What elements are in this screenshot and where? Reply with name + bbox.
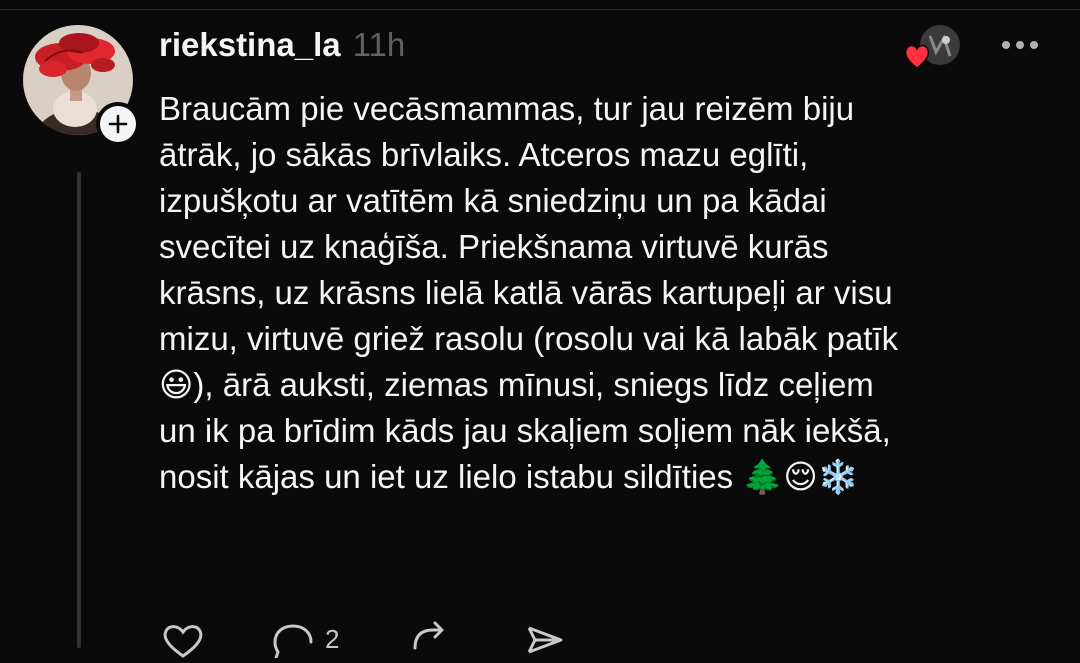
plus-icon	[108, 114, 128, 134]
thread-line	[77, 172, 81, 648]
follow-button[interactable]	[96, 102, 140, 146]
username[interactable]: riekstina_la	[159, 26, 341, 64]
more-horizontal-icon	[1002, 41, 1038, 49]
post-header: riekstina_la 11h	[159, 21, 405, 69]
heart-icon	[163, 625, 203, 658]
comment-icon	[273, 624, 313, 660]
repost-icon	[413, 621, 444, 650]
reply-button[interactable]: 2	[269, 618, 339, 663]
reply-count: 2	[325, 624, 340, 654]
post-text: Braucām pie vecāsmammas, tur jau reizēm …	[159, 90, 899, 495]
liked-by-avatars[interactable]	[902, 22, 962, 72]
repost-button[interactable]	[407, 618, 455, 663]
more-options-button[interactable]	[996, 30, 1044, 60]
send-icon	[527, 626, 563, 654]
top-divider	[0, 9, 1080, 10]
heart-icon	[904, 44, 930, 69]
share-button[interactable]	[521, 618, 569, 663]
like-button[interactable]	[159, 618, 207, 663]
timestamp: 11h	[352, 26, 406, 63]
